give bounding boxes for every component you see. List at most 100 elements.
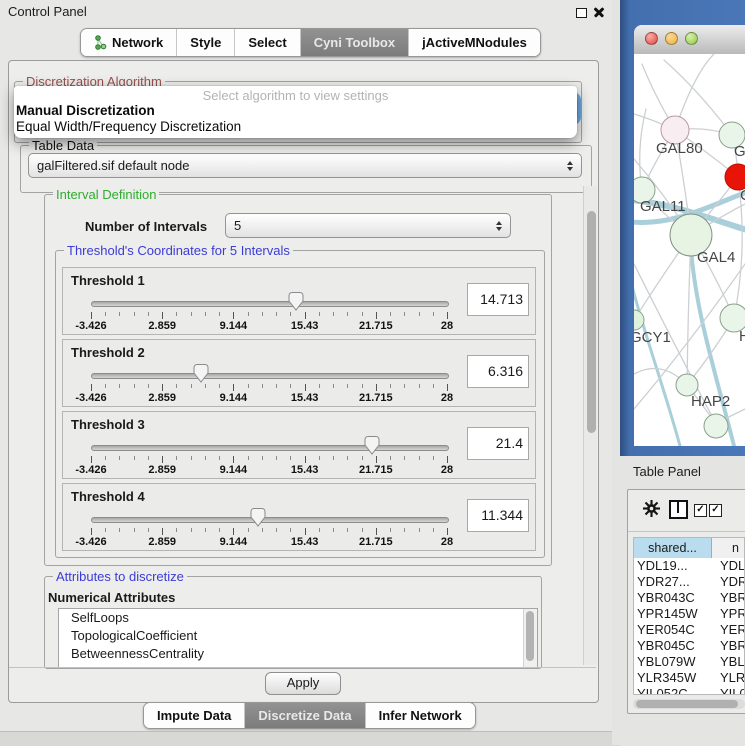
algorithm-dropdown-popup: Select algorithm to view settings Manual… xyxy=(14,86,577,138)
network-window-titlebar[interactable] xyxy=(634,25,745,55)
node-table: shared... n YDL19...YDL1YDR27...YDR2YBR0… xyxy=(633,537,745,695)
cell-shared-name: YBR043C xyxy=(634,590,714,606)
minimize-traffic-light-icon[interactable] xyxy=(665,32,678,45)
threshold-panel-2: Threshold 2-3.4262.8599.14415.4321.71528… xyxy=(62,339,536,407)
tab-infer-network[interactable]: Infer Network xyxy=(365,703,475,728)
table-row[interactable]: YBR043CYBR0 xyxy=(634,590,744,606)
network-node-label: GAL4 xyxy=(697,249,735,266)
cell-shared-name: YDL19... xyxy=(634,558,714,574)
threshold-label: Threshold 2 xyxy=(71,345,145,360)
numerical-attributes-list[interactable]: SelfLoopsTopologicalCoefficientBetweenne… xyxy=(58,608,538,668)
threshold-value-field[interactable]: 14.713 xyxy=(467,283,529,316)
threshold-value-field[interactable]: 11.344 xyxy=(467,499,529,532)
slider-track[interactable] xyxy=(91,373,449,379)
table-row[interactable]: YBL079WYBL0 xyxy=(634,654,744,670)
table-row[interactable]: YBR045CYBR0 xyxy=(634,638,744,654)
tab-network[interactable]: Network xyxy=(81,29,176,56)
slider-thumb[interactable] xyxy=(250,508,266,527)
column-layout-icon[interactable] xyxy=(669,500,688,519)
table-row[interactable]: YDR27...YDR2 xyxy=(634,574,744,590)
close-traffic-light-icon[interactable] xyxy=(645,32,658,45)
threshold-panel-3: Threshold 3-3.4262.8599.14415.4321.71528… xyxy=(62,411,536,479)
network-node-8[interactable] xyxy=(704,414,728,438)
network-node-label: GA xyxy=(734,143,745,160)
network-canvas[interactable]: GAL80GACGAL11GAL4GCY1HHAP2 xyxy=(634,54,745,446)
gear-icon[interactable] xyxy=(643,500,660,517)
tab-discretize-data[interactable]: Discretize Data xyxy=(244,703,364,728)
threshold-label: Threshold 3 xyxy=(71,417,145,432)
combo-stepper-icon xyxy=(567,161,573,171)
close-icon[interactable] xyxy=(593,6,605,18)
checkbox-icon[interactable]: ✓ xyxy=(694,504,707,517)
table-row[interactable]: YLR345WYLR3 xyxy=(634,670,744,686)
panel-scrollbar[interactable] xyxy=(583,186,597,665)
cell-shared-name: YLR345W xyxy=(634,670,714,686)
table-row[interactable]: YPR145WYPR1 xyxy=(634,606,744,622)
cell-shared-name: YPR145W xyxy=(634,606,714,622)
table-panel: ✓ ✓ shared... n YDL19...YDL1YDR27...YDR2… xyxy=(627,489,745,714)
slider-thumb[interactable] xyxy=(364,436,380,455)
popup-option-manual-discretization[interactable]: Manual Discretization xyxy=(14,103,577,119)
network-node-label: GAL11 xyxy=(640,198,686,215)
list-scrollbar[interactable] xyxy=(523,609,537,667)
bottom-tab-bar: Impute Data Discretize DataInfer Network xyxy=(143,702,476,729)
number-of-intervals-combobox[interactable]: 5 xyxy=(225,213,511,238)
panel-title: Control Panel xyxy=(8,4,87,19)
slider-track[interactable] xyxy=(91,445,449,451)
slider-thumb[interactable] xyxy=(193,364,209,383)
slider-thumb[interactable] xyxy=(288,292,304,311)
apply-button[interactable]: Apply xyxy=(265,672,341,695)
right-column: GAL80GACGAL11GAL4GCY1HHAP2 Table Panel ✓… xyxy=(612,0,745,745)
network-icon xyxy=(94,35,107,50)
cell-name: YDR2 xyxy=(714,574,744,590)
slider-ticks xyxy=(91,456,447,464)
threshold-panel-1: Threshold 1-3.4262.8599.14415.4321.71528… xyxy=(62,267,536,335)
cell-name: YBL0 xyxy=(714,654,744,670)
cell-name: YER0 xyxy=(714,622,744,638)
network-view-window: GAL80GACGAL11GAL4GCY1HHAP2 xyxy=(620,0,745,456)
table-row[interactable]: YDL19...YDL1 xyxy=(634,558,744,574)
popup-hint: Select algorithm to view settings xyxy=(14,86,577,103)
float-window-icon[interactable] xyxy=(576,8,587,18)
slider-track[interactable] xyxy=(91,301,449,307)
cell-shared-name: YDR27... xyxy=(634,574,714,590)
tab-label: Select xyxy=(248,35,286,50)
threshold-value-field[interactable]: 6.316 xyxy=(467,355,529,388)
table-data-combobox[interactable]: galFiltered.sif default node xyxy=(28,153,582,178)
threshold-list: Threshold 1-3.4262.8599.14415.4321.71528… xyxy=(62,267,536,555)
table-horizontal-scrollbar[interactable] xyxy=(633,699,745,709)
column-header-name[interactable]: n xyxy=(712,538,744,558)
tab-select[interactable]: Select xyxy=(234,29,299,56)
slider-tick-labels: -3.4262.8599.14415.4321.71528 xyxy=(91,536,447,548)
list-item[interactable]: SelfLoops xyxy=(59,609,537,627)
table-row[interactable]: YIL052CYIL0 xyxy=(634,686,744,695)
tab-jactivemnodules[interactable]: jActiveMNodules xyxy=(408,29,540,56)
threshold-value-field[interactable]: 21.4 xyxy=(467,427,529,460)
cyni-toolbox-panel: Discretization Algorithm Table Data galF… xyxy=(8,60,599,703)
tab-label: Impute Data xyxy=(157,708,231,723)
group-legend: Threshold's Coordinates for 5 Intervals xyxy=(64,243,293,258)
tab-cyni-toolbox[interactable]: Cyni Toolbox xyxy=(300,29,408,56)
tab-label: jActiveMNodules xyxy=(422,35,527,50)
combo-stepper-icon xyxy=(496,221,502,231)
slider-track[interactable] xyxy=(91,517,449,523)
network-node-label: GAL80 xyxy=(656,140,703,157)
list-item[interactable]: TopologicalCoefficient xyxy=(59,627,537,645)
table-row[interactable]: YER054CYER0 xyxy=(634,622,744,638)
tab-style[interactable]: Style xyxy=(176,29,234,56)
network-node-label: HAP2 xyxy=(691,393,730,410)
cell-shared-name: YBL079W xyxy=(634,654,714,670)
numerical-attributes-label: Numerical Attributes xyxy=(48,590,175,605)
tab-impute-data[interactable]: Impute Data xyxy=(144,703,244,728)
group-legend: Attributes to discretize xyxy=(53,569,187,584)
cell-name: YPR1 xyxy=(714,606,744,622)
network-node-label: H xyxy=(739,328,745,345)
popup-option-equal-width-frequency[interactable]: Equal Width/Frequency Discretization xyxy=(14,119,577,135)
column-header-shared-name[interactable]: shared... xyxy=(634,538,712,558)
list-item[interactable]: BetweennessCentrality xyxy=(59,645,537,663)
checkbox-icon[interactable]: ✓ xyxy=(709,504,722,517)
cell-name: YBR0 xyxy=(714,590,744,606)
network-edge xyxy=(687,235,691,385)
control-panel: Control Panel NetworkStyle Select Cyni Too… xyxy=(0,0,612,745)
zoom-traffic-light-icon[interactable] xyxy=(685,32,698,45)
